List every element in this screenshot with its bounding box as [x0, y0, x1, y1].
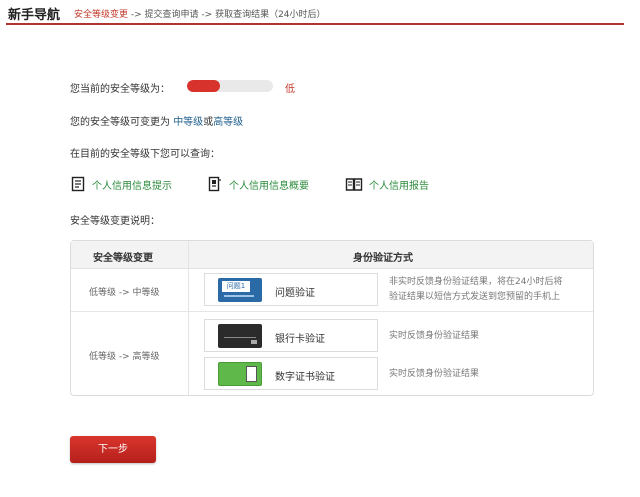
change-level-text: 您的安全等级可变更为 中等级或高等级 — [70, 113, 243, 128]
level-change-low-to-high: 低等级 -> 高等级 — [89, 352, 160, 362]
bank-card-icon — [218, 324, 262, 348]
change-level-or: 或 — [203, 117, 214, 128]
method-digital-certificate-verification[interactable]: 数字证书验证 — [204, 357, 378, 390]
query-link-label: 个人信用信息概要 — [229, 180, 309, 192]
high-level-link[interactable]: 高等级 — [213, 117, 243, 128]
query-link-credit-report[interactable]: 个人信用报告 — [345, 175, 429, 193]
method-description: 实时反馈身份验证结果 — [389, 369, 480, 379]
breadcrumb-step-security[interactable]: 安全等级变更 — [74, 10, 128, 20]
usb-key-icon — [218, 362, 262, 386]
bank-card-logo — [251, 340, 257, 344]
security-level-fill — [187, 80, 220, 92]
method-description-line: 非实时反馈身份验证结果，将在24小时后将 — [389, 277, 563, 287]
question-card-tag: 问题1 — [222, 281, 250, 292]
header-divider — [6, 23, 624, 25]
breadcrumb-step-submit[interactable]: 提交查询申请 — [145, 10, 199, 20]
security-level-value: 低 — [285, 84, 295, 95]
method-description-line: 验证结果以短信方式发送到您预留的手机上 — [389, 292, 561, 302]
question-card-line — [224, 295, 254, 297]
column-header-level-change: 安全等级变更 — [93, 253, 153, 264]
change-description-label: 安全等级变更说明： — [70, 216, 160, 227]
method-label: 数字证书验证 — [275, 372, 335, 383]
method-bank-card-verification[interactable]: 银行卡验证 — [204, 319, 378, 352]
current-level-label: 您当前的安全等级为： — [70, 84, 170, 95]
change-level-prefix: 您的安全等级可变更为 — [70, 117, 170, 128]
query-link-credit-summary[interactable]: 个人信用信息概要 — [207, 175, 309, 193]
breadcrumb: 安全等级变更 -> 提交查询申请 -> 获取查询结果（24小时后） — [74, 7, 326, 20]
method-question-verification[interactable]: 问题1 问题验证 — [204, 273, 378, 306]
query-link-credit-tips[interactable]: 个人信用信息提示 — [70, 175, 172, 193]
medium-level-link[interactable]: 中等级 — [173, 117, 203, 128]
bank-card-stripe — [224, 337, 256, 338]
breadcrumb-arrow: -> — [198, 10, 216, 20]
level-change-low-to-medium: 低等级 -> 中等级 — [89, 288, 160, 298]
column-divider — [188, 241, 189, 395]
breadcrumb-arrow: -> — [128, 10, 145, 20]
method-description: 实时反馈身份验证结果 — [389, 331, 480, 341]
page-title: 新手导航 — [8, 8, 61, 23]
table-header: 安全等级变更 身份验证方式 — [71, 241, 593, 269]
method-description: 非实时反馈身份验证结果，将在24小时后将 验证结果以短信方式发送到您预留的手机上 — [389, 275, 562, 305]
question-card-icon: 问题1 — [218, 278, 262, 302]
row-divider — [71, 311, 593, 312]
next-step-button[interactable]: 下一步 — [70, 436, 156, 463]
query-label: 在目前的安全等级下您可以查询： — [70, 149, 220, 160]
query-link-label: 个人信用信息提示 — [92, 180, 172, 192]
breadcrumb-step-result[interactable]: 获取查询结果（24小时后） — [215, 10, 325, 20]
security-level-bar — [187, 80, 273, 92]
usb-key-connector — [246, 366, 257, 382]
document-summary-icon — [208, 176, 221, 192]
column-header-verification: 身份验证方式 — [353, 253, 413, 264]
query-link-label: 个人信用报告 — [369, 180, 429, 192]
book-icon — [345, 178, 363, 191]
page-header: 新手导航 安全等级变更 -> 提交查询申请 -> 获取查询结果（24小时后） — [0, 0, 640, 26]
verification-table: 安全等级变更 身份验证方式 低等级 -> 中等级 低等级 -> 高等级 问题1 … — [70, 240, 594, 396]
method-label: 问题验证 — [275, 288, 315, 299]
method-label: 银行卡验证 — [275, 334, 325, 345]
document-icon — [71, 176, 85, 192]
